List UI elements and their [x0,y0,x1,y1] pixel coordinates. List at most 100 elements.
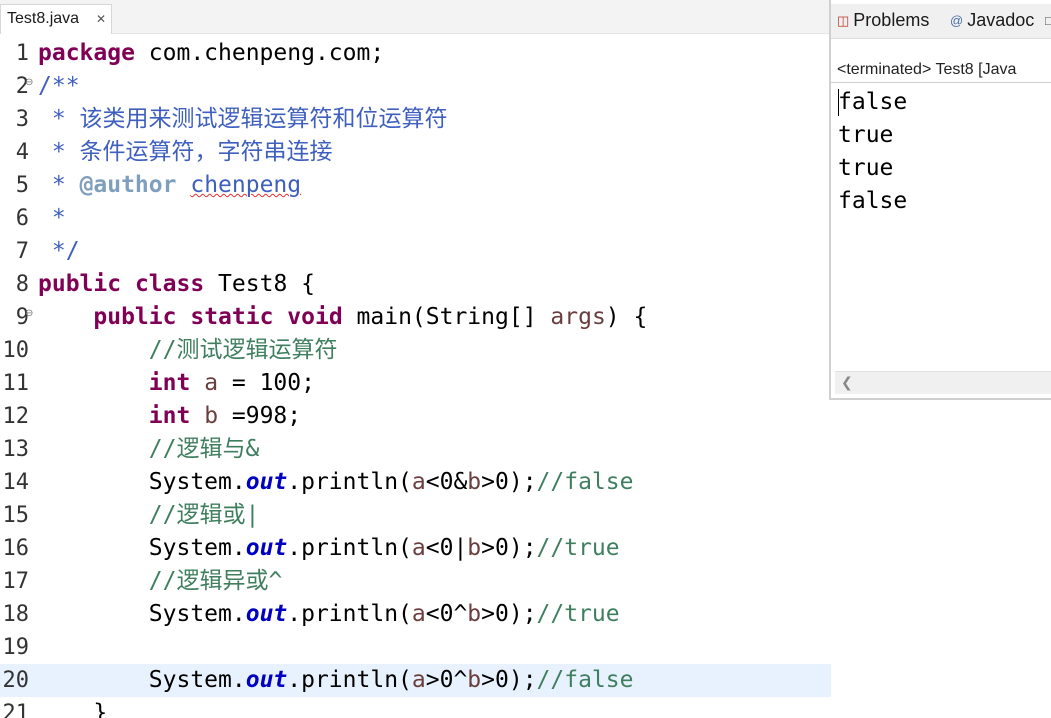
code-token: ) { [605,304,648,330]
code-line[interactable]: 7 */ [0,235,831,268]
code-line[interactable]: 8 public class Test8 { [0,268,831,301]
code-line[interactable]: 6 * [0,202,831,235]
code-token: @author [79,172,177,198]
code-line[interactable]: 19 [0,631,831,664]
code-line[interactable]: 4 * 条件运算符，字符串连接 [0,136,831,169]
tab-declaration[interactable]: □ [1045,4,1051,38]
code-line[interactable]: 5 * @author chenpeng [0,169,831,202]
tab-problems[interactable]: ◫ Problems [837,4,929,38]
code-token: //true [536,535,620,561]
line-number: 11 [2,371,30,396]
line-number: 6 [15,206,29,231]
line-number: 15 [2,503,30,528]
code-token: out [245,667,288,693]
code-text: public class Test8 { [38,268,315,301]
code-token: .println( [287,601,412,627]
code-text: //逻辑与& [38,433,260,466]
code-token: a [204,370,219,396]
code-line[interactable]: 3 * 该类用来测试逻辑运算符和位运算符 [0,103,831,136]
code-token: Test8 { [204,271,315,297]
code-text: */ [38,235,80,268]
line-number: 21 [2,701,30,718]
code-editor[interactable]: 1 package com.chenpeng.com; 2 ⊖/** 3 * 该类用来测… [0,37,831,718]
line-number: 10 [2,338,30,363]
divider [831,82,1051,83]
code-line[interactable]: 18 System.out.println(a<0^b>0);//true [0,598,831,631]
code-text: * 该类用来测试逻辑运算符和位运算符 [38,103,448,136]
line-number: 12 [2,404,30,429]
line-number: 13 [2,437,30,462]
code-text: int a = 100; [38,367,315,400]
line-number: 18 [2,602,30,627]
line-number: 14 [2,470,30,495]
code-token: /** [38,73,80,99]
code-line[interactable]: 21 } [0,697,831,718]
code-token: //逻辑或| [148,502,260,528]
code-line[interactable]: 15 //逻辑或| [0,499,831,532]
code-line[interactable]: 1 package com.chenpeng.com; [0,37,831,70]
line-number: 3 [15,107,29,132]
code-line[interactable]: 12 int b =998; [0,400,831,433]
code-token: class [134,271,205,297]
scroll-left-icon[interactable]: ❮ [841,372,853,394]
code-token: b [204,403,219,429]
code-token: <0& [425,469,468,495]
code-line[interactable]: 11 int a = 100; [0,367,831,400]
code-line[interactable]: 14 System.out.println(a<0&b>0);//false [0,466,831,499]
console-output-line: true [838,122,894,148]
close-icon[interactable]: ✕ [96,5,106,33]
code-token: //逻辑异或^ [148,568,283,594]
code-text: System.out.println(a<0&b>0);//false [38,466,634,499]
code-token: System. [38,601,246,627]
code-token: a [411,535,426,561]
code-text: * [38,202,66,235]
code-text: System.out.println(a<0|b>0);//true [38,532,620,565]
line-number: 19 [2,635,30,660]
code-token: <0| [425,535,468,561]
horizontal-scrollbar[interactable]: ❮ [835,371,1051,394]
code-line-current[interactable]: 20 System.out.println(a>0^b>0);//false [0,664,831,697]
code-line[interactable]: 17 //逻辑异或^ [0,565,831,598]
code-line[interactable]: 13 //逻辑与& [0,433,831,466]
code-token: out [245,535,288,561]
code-line[interactable]: 16 System.out.println(a<0|b>0);//true [0,532,831,565]
code-text: * 条件运算符，字符串连接 [38,136,333,169]
code-token: >0); [481,469,537,495]
code-token: a [411,469,426,495]
fold-toggle-icon[interactable]: ⊖ [25,308,33,319]
line-number: 16 [2,536,30,561]
code-token: com.chenpeng.com; [134,40,385,66]
console-panel: ◫Problems @Javadoc □ <terminated> Test8 … [829,0,1051,400]
code-token: b [467,469,482,495]
code-token: .println( [287,469,412,495]
code-line[interactable]: 2 ⊖/** [0,70,831,103]
editor-tab-test8[interactable]: Test8.java ✕ [0,4,112,34]
code-token: =998; [218,403,302,429]
console-output[interactable]: false true true false [838,86,907,218]
view-tab-bar: ◫Problems @Javadoc □ [831,4,1051,39]
tab-javadoc[interactable]: @ Javadoc [950,4,1034,38]
console-output-line: true [838,155,894,181]
code-token: a [411,667,426,693]
code-line[interactable]: 9 ⊖ public static void main(String[] args… [0,301,831,334]
code-token: .println( [287,667,412,693]
code-token: >0^ [425,667,468,693]
line-number: 8 [15,272,29,297]
text-caret [838,89,839,116]
code-text: * @author chenpeng [38,169,301,202]
code-token: out [245,469,288,495]
code-token: int [148,403,191,429]
code-token: static [190,304,274,330]
code-line[interactable]: 10 //测试逻辑运算符 [0,334,831,367]
fold-toggle-icon[interactable]: ⊖ [25,77,33,88]
